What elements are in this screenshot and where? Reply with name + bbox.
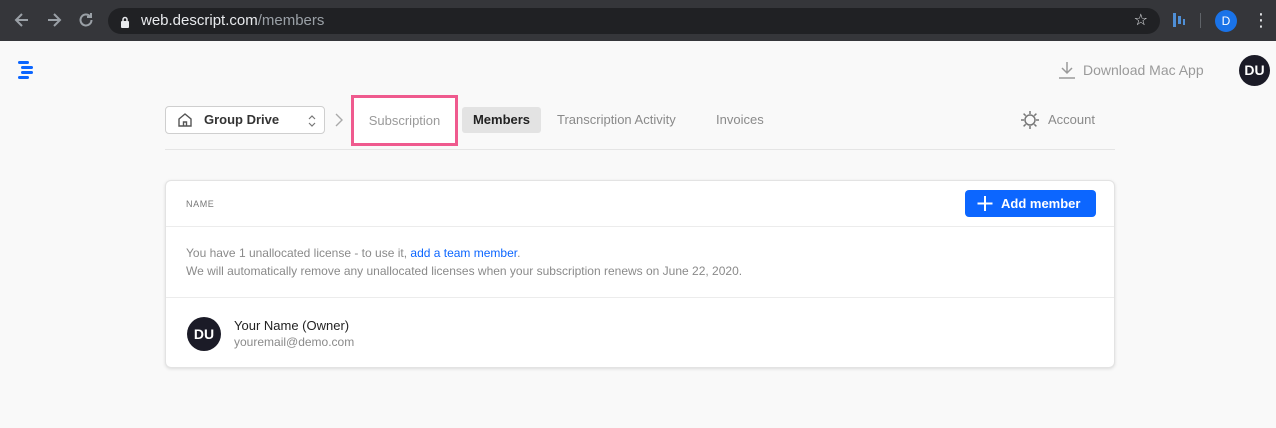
kebab-menu-icon[interactable]: ⋮ [1252,9,1270,31]
tab-members[interactable]: Members [462,107,541,133]
avatar: DU [187,317,221,351]
user-avatar[interactable]: DU [1239,55,1270,86]
back-arrow-icon[interactable] [12,10,32,30]
column-header-name: NAME [186,199,215,209]
add-member-label: Add member [1001,196,1081,211]
tab-transcription-activity[interactable]: Transcription Activity [557,107,676,133]
renewal-notice: We will automatically remove any unalloc… [186,264,743,278]
add-member-button[interactable]: Add member [965,190,1096,217]
address-bar[interactable]: web.descript.com/members ☆ [108,8,1160,34]
url-text: web.descript.com/members [141,12,325,29]
notice-divider [166,297,1114,298]
lock-icon [120,15,130,33]
gear-icon [1021,111,1039,129]
descript-logo-icon[interactable] [18,60,38,85]
forward-arrow-icon[interactable] [44,10,64,30]
toolbar-divider [1200,13,1201,28]
home-icon [177,112,193,132]
tab-subscription[interactable]: Subscription [351,95,458,146]
reload-icon[interactable] [76,10,96,30]
download-label: Download Mac App [1083,62,1204,78]
download-icon [1059,62,1075,79]
extension-icon[interactable] [1172,12,1186,33]
header-divider [166,226,1114,227]
members-card: NAME Add member You have 1 unallocated l… [165,180,1115,368]
updown-chevron-icon [308,114,316,132]
member-email: youremail@demo.com [234,335,355,349]
account-label: Account [1048,112,1095,127]
chevron-right-icon [334,112,344,133]
nav-divider [165,149,1115,150]
unallocated-license-notice: You have 1 unallocated license - to use … [186,246,521,260]
browser-profile-avatar[interactable]: D [1215,10,1237,32]
plus-icon [977,190,993,226]
drive-label: Group Drive [204,112,280,127]
add-team-member-link[interactable]: add a team member [410,246,517,260]
member-name: Your Name (Owner) [234,318,350,333]
star-icon[interactable]: ☆ [1134,12,1148,30]
drive-selector[interactable]: Group Drive [165,106,325,134]
tab-invoices[interactable]: Invoices [716,107,764,133]
browser-toolbar: web.descript.com/members ☆ D ⋮ [0,0,1276,41]
tab-subscription-label: Subscription [368,113,441,128]
